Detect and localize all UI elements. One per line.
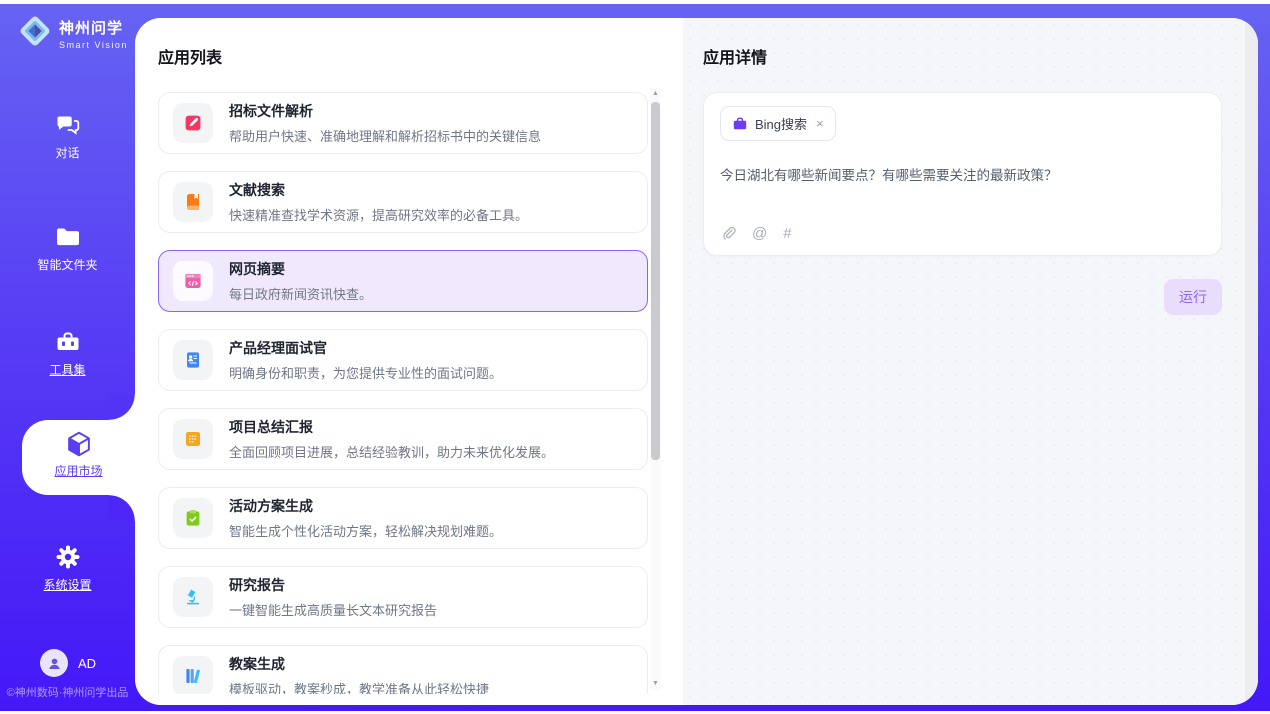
app-list-panel: 应用列表 招标文件解析 帮助用户快速、准确地理解和解析招标书中的关键信息 bbox=[135, 18, 683, 705]
sidebar-item-label: 智能文件夹 bbox=[37, 258, 97, 272]
app-list-title: 应用列表 bbox=[158, 44, 683, 68]
microscope-icon bbox=[173, 577, 213, 617]
app-card-literature-search[interactable]: 文献搜索 快速精准查找学术资源，提高研究效率的必备工具。 bbox=[158, 171, 648, 233]
prompt-card: Bing搜索 × 今日湖北有哪些新闻要点？有哪些需要关注的最新政策？ @ # bbox=[703, 92, 1222, 256]
app-card-title: 网页摘要 bbox=[229, 259, 372, 279]
app-list-scrollbar: ▲ ▼ bbox=[650, 88, 661, 690]
prompt-input[interactable]: 今日湖北有哪些新闻要点？有哪些需要关注的最新政策？ bbox=[720, 166, 1205, 186]
scrollbar-thumb[interactable] bbox=[651, 102, 660, 460]
books-icon bbox=[173, 656, 213, 694]
app-list: 招标文件解析 帮助用户快速、准确地理解和解析招标书中的关键信息 文献搜索 bbox=[158, 92, 648, 694]
hash-icon[interactable]: # bbox=[783, 225, 791, 242]
run-button[interactable]: 运行 bbox=[1164, 279, 1222, 315]
note-icon bbox=[173, 419, 213, 459]
app-card-project-summary[interactable]: 项目总结汇报 全面回顾项目进展，总结经验教训，助力未来优化发展。 bbox=[158, 408, 648, 470]
app-card-subtitle: 智能生成个性化活动方案，轻松解决规划难题。 bbox=[229, 521, 502, 540]
app-card-title: 文献搜索 bbox=[229, 180, 528, 200]
scroll-down-arrow-icon[interactable]: ▼ bbox=[650, 678, 661, 690]
mention-icon[interactable]: @ bbox=[752, 225, 767, 242]
attachment-icon[interactable] bbox=[721, 226, 736, 241]
avatar bbox=[40, 649, 68, 677]
sidebar-item-app-market[interactable]: 应用市场 bbox=[22, 420, 135, 495]
gem-logo-icon bbox=[18, 14, 52, 53]
app-card-subtitle: 全面回顾项目进展，总结经验教训，助力未来优化发展。 bbox=[229, 442, 554, 461]
tool-tag-bing-search[interactable]: Bing搜索 × bbox=[720, 106, 836, 141]
document-edit-icon bbox=[173, 103, 213, 143]
app-frame: 神州问学 Smart Vision 对话 智能文件夹 bbox=[0, 4, 1270, 711]
app-card-subtitle: 快速精准查找学术资源，提高研究效率的必备工具。 bbox=[229, 205, 528, 224]
scroll-up-arrow-icon[interactable]: ▲ bbox=[650, 88, 661, 100]
brand-title: 神州问学 bbox=[59, 17, 128, 38]
app-card-subtitle: 一键智能生成高质量长文本研究报告 bbox=[229, 600, 437, 619]
tool-tag-label: Bing搜索 bbox=[755, 114, 807, 133]
input-toolbar: @ # bbox=[721, 225, 792, 242]
app-card-title: 教案生成 bbox=[229, 654, 489, 674]
sidebar-item-toolbox[interactable]: 工具集 bbox=[0, 328, 135, 379]
app-detail-panel: 应用详情 Bing搜索 × 今日湖北有哪些新闻要点？有哪些需要关注的最新政策？ bbox=[683, 18, 1258, 705]
app-card-title: 活动方案生成 bbox=[229, 496, 502, 516]
sidebar-item-smart-folder[interactable]: 智能文件夹 bbox=[0, 223, 135, 274]
sidebar: 神州问学 Smart Vision 对话 智能文件夹 bbox=[0, 4, 135, 711]
clipboard-check-icon bbox=[173, 498, 213, 538]
user-profile[interactable]: AD bbox=[40, 649, 96, 677]
app-card-subtitle: 每日政府新闻资讯快查。 bbox=[229, 284, 372, 303]
user-name: AD bbox=[78, 656, 96, 671]
app-card-subtitle: 模板驱动，教案秒成，教学准备从此轻松快捷 bbox=[229, 679, 489, 694]
app-card-subtitle: 帮助用户快速、准确地理解和解析招标书中的关键信息 bbox=[229, 126, 541, 145]
app-card-bid-document-parse[interactable]: 招标文件解析 帮助用户快速、准确地理解和解析招标书中的关键信息 bbox=[158, 92, 648, 154]
copyright-footer: ©神州数码·神州问学出品 bbox=[0, 684, 135, 700]
brand-subtitle: Smart Vision bbox=[59, 40, 128, 50]
browser-code-icon bbox=[173, 261, 213, 301]
folder-icon bbox=[54, 223, 82, 251]
book-icon bbox=[173, 182, 213, 222]
sidebar-item-label: 工具集 bbox=[49, 363, 85, 377]
app-card-title: 研究报告 bbox=[229, 575, 437, 595]
app-card-title: 产品经理面试官 bbox=[229, 338, 502, 358]
detail-scrollbar-track[interactable] bbox=[1245, 18, 1258, 705]
toolbox-icon bbox=[54, 328, 82, 356]
app-card-research-report[interactable]: 研究报告 一键智能生成高质量长文本研究报告 bbox=[158, 566, 648, 628]
interviewer-icon bbox=[173, 340, 213, 380]
sidebar-item-settings[interactable]: 系统设置 bbox=[0, 543, 135, 594]
gear-icon bbox=[54, 543, 82, 571]
app-card-lesson-plan[interactable]: 教案生成 模板驱动，教案秒成，教学准备从此轻松快捷 bbox=[158, 645, 648, 694]
app-logo: 神州问学 Smart Vision bbox=[18, 14, 128, 53]
app-card-title: 项目总结汇报 bbox=[229, 417, 554, 437]
sidebar-item-chat[interactable]: 对话 bbox=[0, 111, 135, 162]
app-card-web-summary[interactable]: 网页摘要 每日政府新闻资讯快查。 bbox=[158, 250, 648, 312]
main-content: 应用列表 招标文件解析 帮助用户快速、准确地理解和解析招标书中的关键信息 bbox=[135, 18, 1258, 705]
sidebar-item-label: 应用市场 bbox=[54, 464, 102, 478]
app-card-event-plan[interactable]: 活动方案生成 智能生成个性化活动方案，轻松解决规划难题。 bbox=[158, 487, 648, 549]
chat-icon bbox=[54, 111, 82, 139]
app-card-title: 招标文件解析 bbox=[229, 101, 541, 121]
briefcase-icon bbox=[732, 116, 748, 132]
app-detail-title: 应用详情 bbox=[703, 44, 1222, 68]
app-card-pm-interviewer[interactable]: 产品经理面试官 明确身份和职责，为您提供专业性的面试问题。 bbox=[158, 329, 648, 391]
tag-close-icon[interactable]: × bbox=[816, 117, 824, 130]
sidebar-item-label: 对话 bbox=[55, 146, 79, 160]
cube-icon bbox=[64, 429, 94, 459]
app-card-subtitle: 明确身份和职责，为您提供专业性的面试问题。 bbox=[229, 363, 502, 382]
sidebar-item-label: 系统设置 bbox=[43, 578, 91, 592]
